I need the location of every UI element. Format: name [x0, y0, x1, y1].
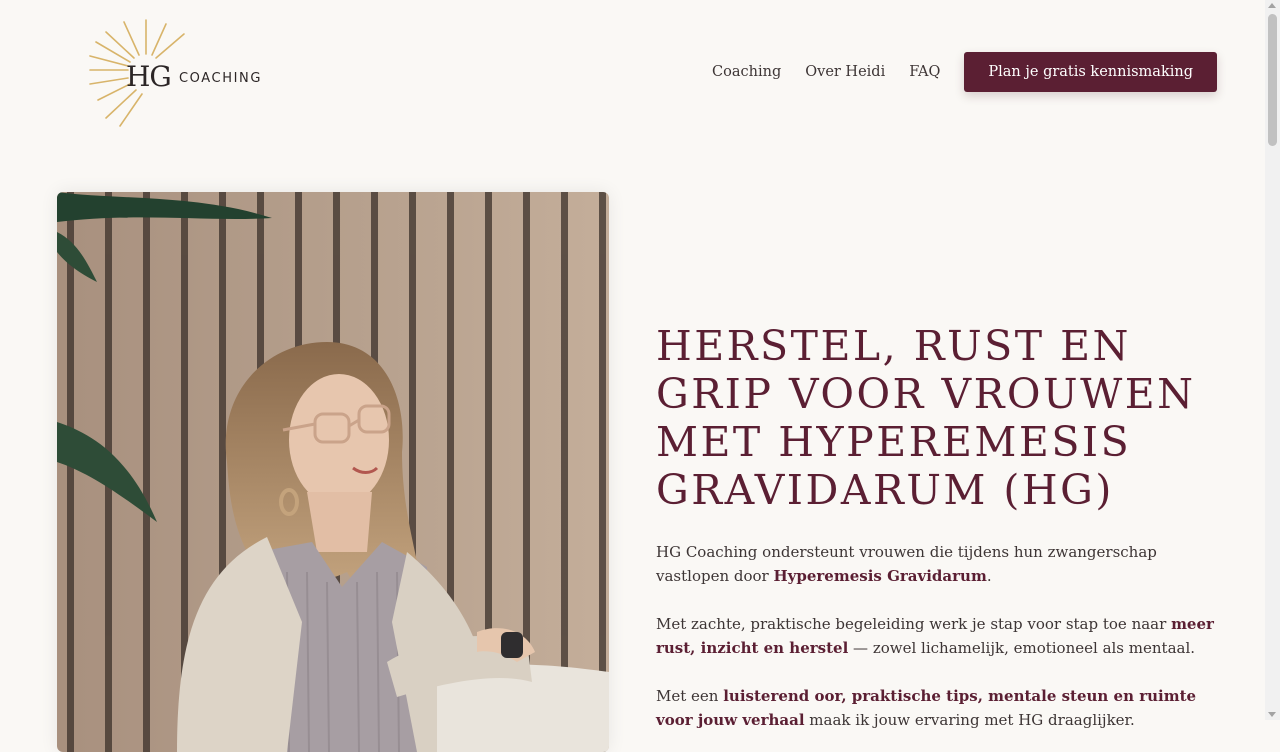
scroll-down-icon[interactable]	[1268, 712, 1276, 717]
support-paragraph: Met een luisterend oor, praktische tips,…	[656, 684, 1216, 732]
hero-title: HERSTEL, RUST EN GRIP VOOR VROUWEN MET H…	[656, 322, 1196, 514]
approach-text-end: — zowel lichamelijk, emotioneel als ment…	[848, 639, 1196, 657]
wall-slat	[143, 192, 150, 752]
nav-link-over-heidi[interactable]: Over Heidi	[805, 52, 885, 92]
main-nav: Coaching Over Heidi FAQ Plan je gratis k…	[688, 52, 1217, 92]
intro-emphasis: Hyperemesis Gravidarum	[773, 567, 987, 585]
brand-logo[interactable]: HG COACHING	[84, 18, 274, 130]
logo-hg-text: HG	[126, 60, 172, 93]
approach-paragraph: Met zachte, praktische begeleiding werk …	[656, 612, 1216, 660]
approach-text: Met zachte, praktische begeleiding werk …	[656, 615, 1172, 633]
page-scrollbar[interactable]	[1265, 0, 1280, 720]
scroll-up-icon[interactable]	[1268, 3, 1276, 8]
portrait-photo	[57, 192, 609, 752]
hero-content: HERSTEL, RUST EN GRIP VOOR VROUWEN MET H…	[656, 322, 1216, 732]
support-text: Met een	[656, 687, 724, 705]
hero-portrait-photo	[57, 192, 609, 752]
logo-coaching-text: COACHING	[179, 71, 263, 86]
scroll-thumb[interactable]	[1268, 14, 1277, 146]
nav-link-coaching[interactable]: Coaching	[712, 52, 781, 92]
intro-paragraph: HG Coaching ondersteunt vrouwen die tijd…	[656, 540, 1216, 588]
intro-text-end: .	[986, 567, 992, 585]
wall-slat	[599, 192, 606, 752]
support-text-end: maak ik jouw ervaring met HG draaglijker…	[804, 711, 1135, 729]
nav-link-faq[interactable]: FAQ	[909, 52, 940, 92]
book-intro-button[interactable]: Plan je gratis kennismaking	[964, 52, 1217, 92]
wall-slat	[67, 192, 74, 752]
